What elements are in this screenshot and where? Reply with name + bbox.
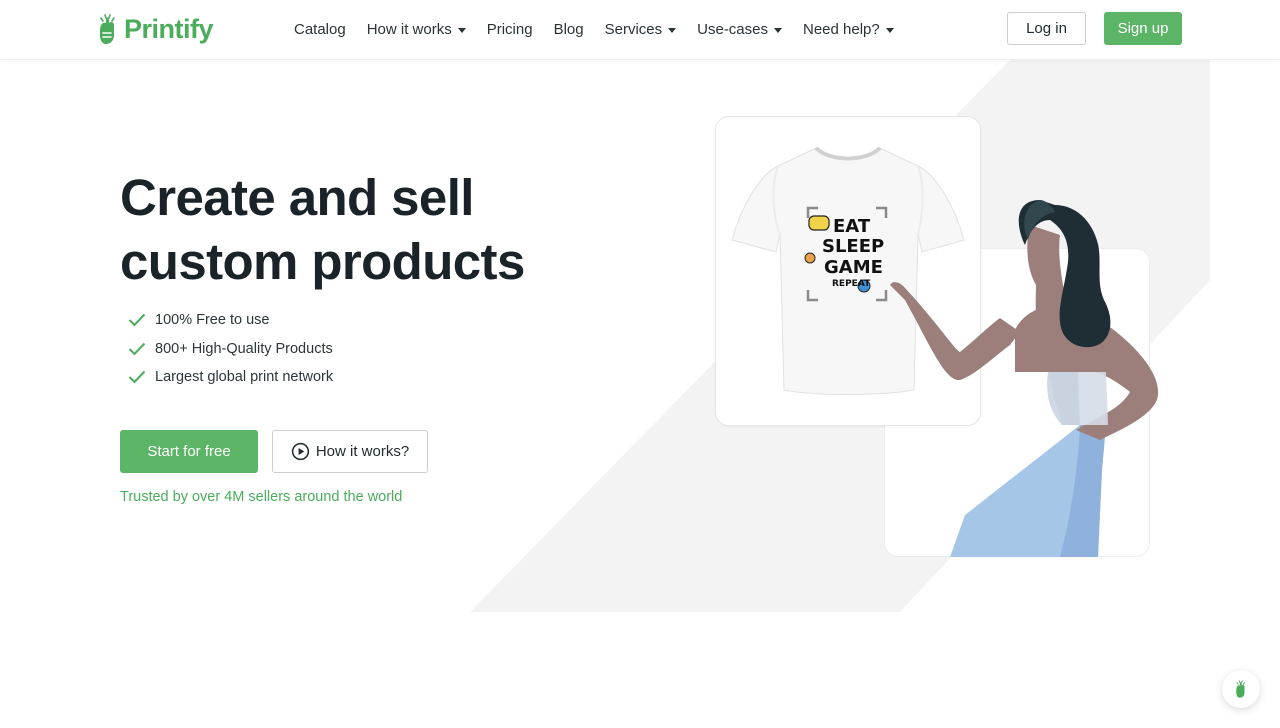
logo[interactable]: Printify: [96, 11, 214, 47]
nav-item-label: Catalog: [294, 20, 346, 38]
feature-item: 800+ High-Quality Products: [128, 335, 333, 364]
nav-item-how-it-works[interactable]: How it works: [367, 21, 466, 38]
nav-item-services[interactable]: Services: [605, 21, 677, 38]
feature-label: 800+ High-Quality Products: [155, 340, 333, 357]
how-it-works-button[interactable]: How it works?: [272, 430, 428, 473]
logo-text: Printify: [124, 13, 214, 44]
caret-down-icon: [774, 27, 782, 33]
printify-chat-icon: [1236, 680, 1245, 698]
start-for-free-button[interactable]: Start for free: [120, 430, 258, 473]
caret-down-icon: [885, 27, 894, 33]
nav-item-pricing[interactable]: Pricing: [487, 21, 533, 38]
nav-item-label: Need help?: [803, 20, 880, 38]
check-icon: [128, 342, 146, 356]
shirt-print-line-3: GAME: [824, 257, 883, 278]
site-header: Printify Catalog How it works Pricing Bl…: [0, 0, 1280, 60]
trusted-text: Trusted by over 4M sellers around the wo…: [120, 489, 403, 505]
feature-list: 100% Free to use 800+ High-Quality Produ…: [128, 306, 333, 392]
nav-item-need-help[interactable]: Need help?: [803, 21, 894, 38]
feature-item: 100% Free to use: [128, 306, 333, 335]
login-button[interactable]: Log in: [1007, 12, 1086, 45]
play-circle-icon: [291, 442, 309, 461]
signup-button[interactable]: Sign up: [1104, 12, 1182, 45]
nav-item-label: How it works: [366, 20, 452, 38]
nav-item-blog[interactable]: Blog: [554, 21, 584, 38]
hero-title-line-1: Create and sell: [120, 169, 474, 226]
caret-down-icon: [668, 27, 677, 33]
shirt-print-line-4: REPEAT: [832, 279, 871, 289]
main-nav: Catalog How it works Pricing Blog Servic…: [294, 0, 915, 58]
shirt-print-line-1: EAT: [833, 216, 871, 237]
feature-label: 100% Free to use: [155, 312, 270, 329]
check-icon: [128, 314, 146, 327]
feature-item: Largest global print network: [128, 363, 333, 392]
nav-item-label: Blog: [553, 20, 584, 38]
nav-item-use-cases[interactable]: Use-cases: [697, 21, 782, 38]
nav-item-label: Services: [604, 20, 663, 38]
nav-item-catalog[interactable]: Catalog: [294, 21, 346, 38]
nav-item-label: Use-cases: [697, 20, 768, 38]
check-icon: [128, 371, 146, 384]
feature-label: Largest global print network: [155, 369, 334, 386]
caret-down-icon: [457, 27, 466, 33]
shirt-print-line-2: SLEEP: [822, 236, 884, 257]
printify-hand-icon: [100, 14, 115, 44]
chat-widget-button[interactable]: [1222, 670, 1260, 708]
nav-item-label: Pricing: [486, 20, 533, 38]
woman-illustration: [890, 200, 1159, 557]
hero-title-line-2: custom products: [120, 233, 525, 290]
hero-title: Create and sell custom products: [120, 166, 640, 294]
how-it-works-label: How it works?: [315, 443, 410, 460]
